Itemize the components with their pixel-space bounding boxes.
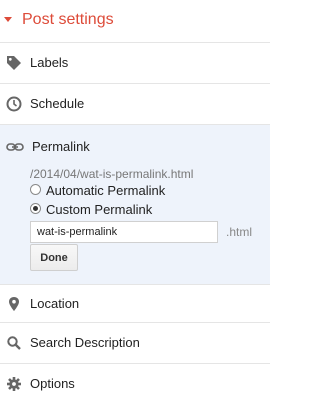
- permalink-slug-input[interactable]: [30, 221, 218, 243]
- automatic-permalink-label: Automatic Permalink: [46, 183, 166, 198]
- automatic-permalink-radio[interactable]: [30, 184, 41, 195]
- schedule-item[interactable]: Schedule: [0, 84, 270, 125]
- clock-icon: [6, 96, 22, 112]
- options-label: Options: [30, 376, 75, 391]
- custom-permalink-label: Custom Permalink: [46, 202, 153, 217]
- location-item[interactable]: Location: [0, 284, 270, 323]
- permalink-label: Permalink: [32, 139, 90, 154]
- labels-item[interactable]: Labels: [0, 43, 270, 84]
- schedule-label: Schedule: [30, 96, 85, 111]
- post-settings-header[interactable]: Post settings: [0, 0, 270, 43]
- custom-permalink-radio[interactable]: [30, 203, 41, 214]
- permalink-path: /2014/04/wat-is-permalink.html: [30, 167, 194, 181]
- tag-icon: [7, 56, 21, 70]
- labels-label: Labels: [30, 55, 69, 70]
- gear-icon: [7, 377, 21, 391]
- permalink-extension: .html: [226, 225, 253, 239]
- options-item[interactable]: Options: [0, 364, 270, 404]
- caret-down-icon: [4, 17, 12, 22]
- location-label: Location: [30, 296, 80, 311]
- map-pin-icon: [9, 297, 19, 311]
- search-description-label: Search Description: [30, 335, 140, 350]
- search-icon: [7, 336, 21, 350]
- post-settings-title: Post settings: [22, 11, 114, 28]
- search-description-item[interactable]: Search Description: [0, 323, 270, 364]
- done-button[interactable]: Done: [30, 244, 78, 271]
- radio-selected-dot: [33, 206, 38, 211]
- link-icon: [6, 143, 24, 151]
